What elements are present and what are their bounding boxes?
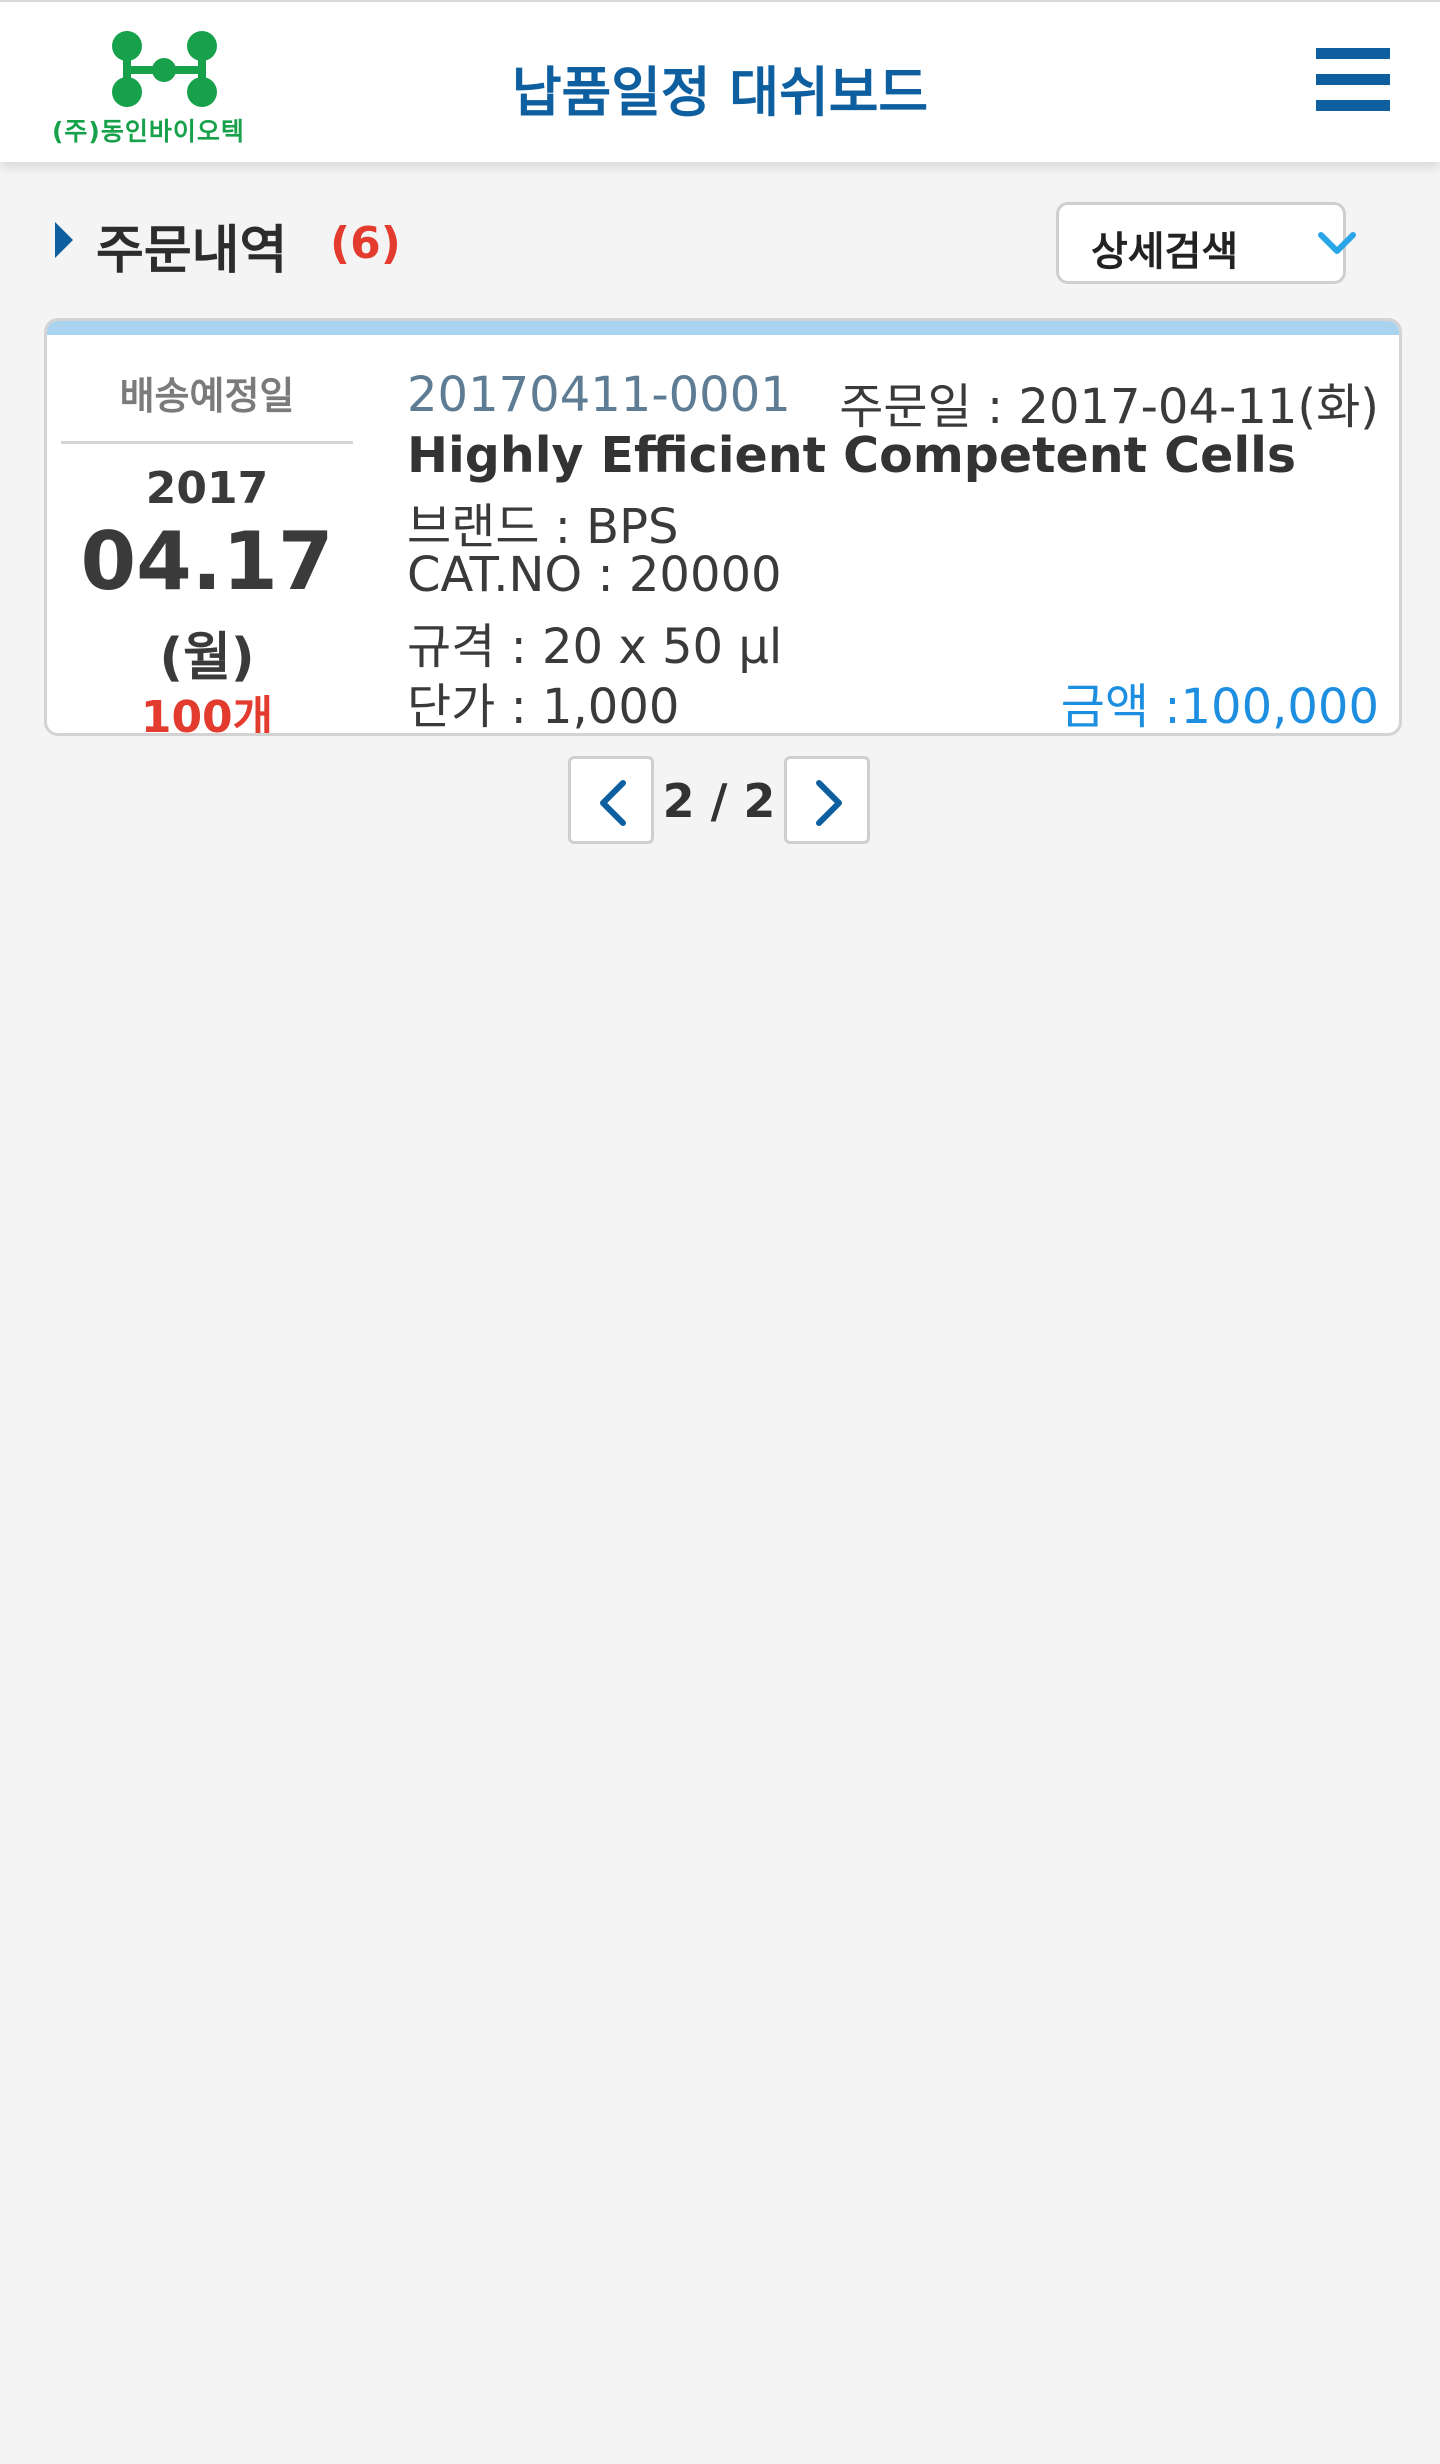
order-number: 20170411-0001 [407,367,791,423]
order-count: (6) [330,218,401,269]
app-header: (주)동인바이오텍 납품일정 대쉬보드 [0,0,1440,162]
delivery-weekday: (월) [159,628,255,688]
divider [61,441,353,444]
detail-search-label: 상세검색 [1091,229,1239,275]
delivery-month-day: 04.17 [80,515,334,608]
section-title: 주문내역 [96,221,288,281]
section-header: 주문내역 (6) [50,200,650,281]
previous-page-button[interactable] [568,756,654,844]
order-card[interactable]: 배송예정일 2017 04.17 (월) 100개 20170411-0001 … [44,318,1402,736]
hamburger-menu-icon[interactable] [1316,44,1396,118]
unit-price: 단가 : 1,000 [407,679,680,735]
page-title: 납품일정 대쉬보드 [511,61,929,124]
delivery-year: 2017 [145,463,269,514]
order-quantity: 100개 [140,692,274,736]
chevron-right-icon [816,780,842,826]
triangle-right-icon [55,222,73,258]
card-accent-bar [47,321,1399,335]
chevron-down-icon [1318,232,1356,254]
catalog-number: CAT.NO : 20000 [407,547,782,603]
next-page-button[interactable] [784,756,870,844]
product-name: Highly Efficient Competent Cells [407,427,1297,484]
pagination: 2 / 2 [568,756,872,846]
total-amount: 금액 :100,000 [1060,679,1379,735]
delivery-date-label: 배송예정일 [119,374,295,418]
delivery-date-column: 배송예정일 2017 04.17 (월) 100개 [61,335,353,736]
detail-search-dropdown[interactable]: 상세검색 [1056,202,1356,284]
chevron-left-icon [600,780,626,826]
page-indicator: 2 / 2 [662,774,776,828]
